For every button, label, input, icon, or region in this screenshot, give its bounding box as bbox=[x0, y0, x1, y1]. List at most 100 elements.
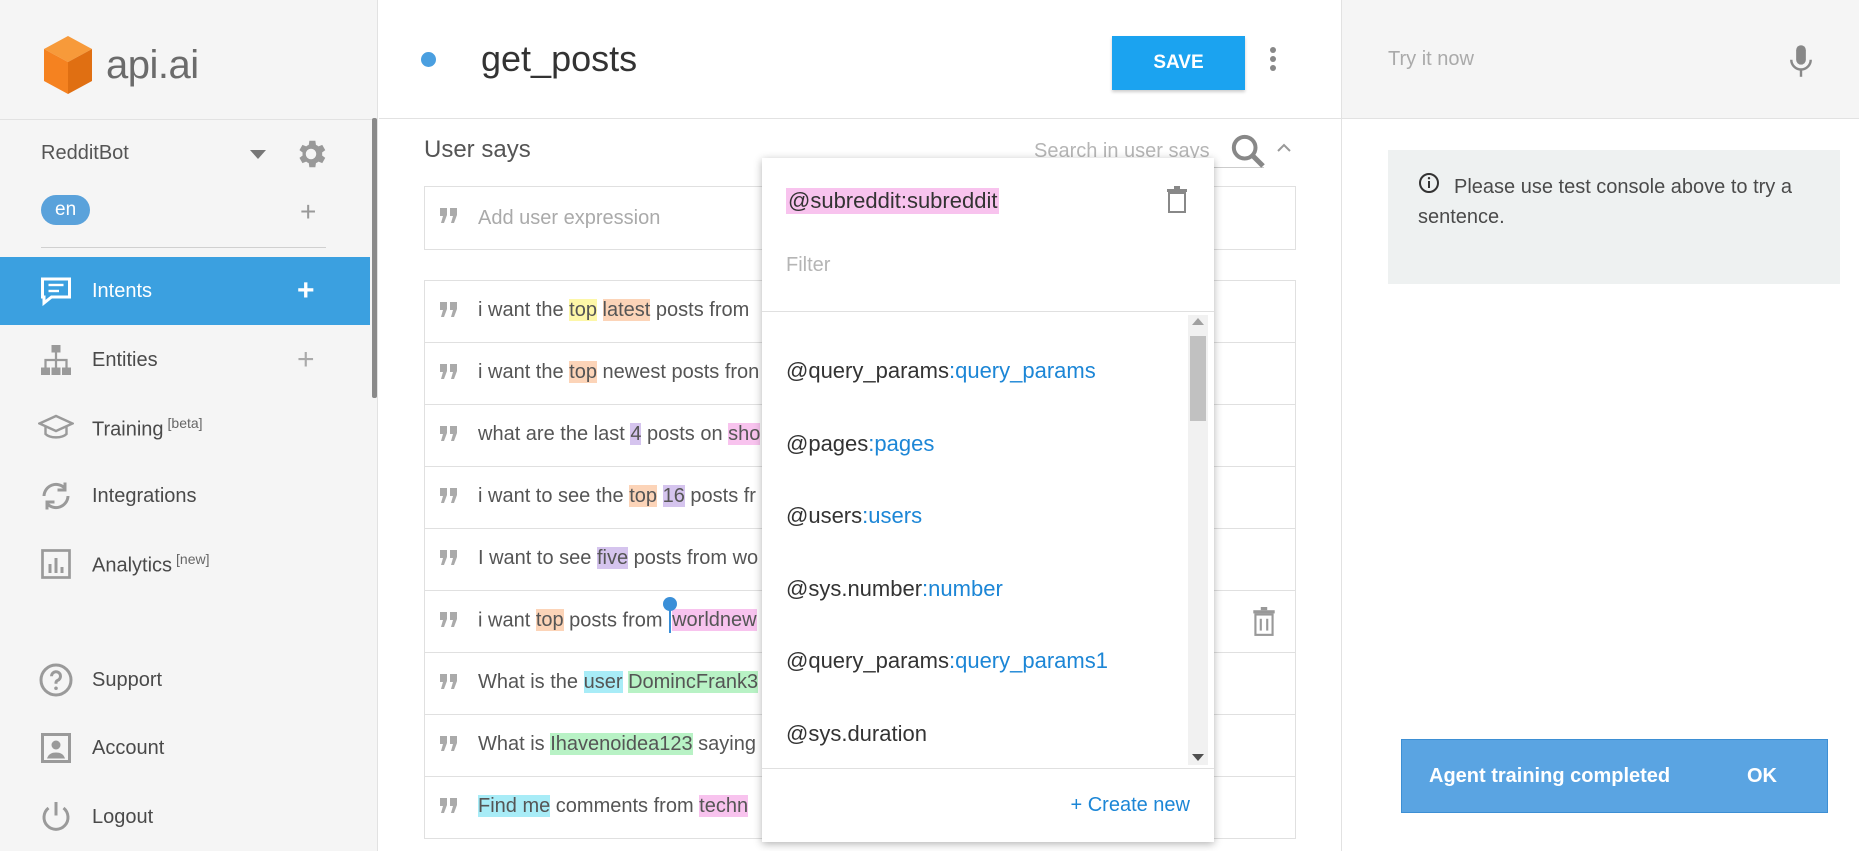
entity-dropdown: @subreddit:subreddit Filter @query_param… bbox=[762, 158, 1214, 842]
microphone-icon[interactable] bbox=[1788, 44, 1814, 78]
entity-annotation[interactable]: Find me bbox=[478, 795, 551, 817]
entity-option[interactable]: @users:users bbox=[786, 503, 922, 529]
intent-header: get_posts SAVE bbox=[379, 0, 1341, 119]
entity-type: @sys.duration bbox=[786, 720, 927, 746]
entity-type: @query_params bbox=[786, 648, 949, 673]
entity-annotation[interactable]: top bbox=[569, 361, 597, 383]
expression-segment: posts from bbox=[563, 609, 669, 632]
entity-annotation[interactable]: latest bbox=[602, 299, 651, 321]
entity-type: @users bbox=[786, 503, 863, 528]
nav-training[interactable]: Training [beta] bbox=[0, 394, 370, 462]
entity-annotation[interactable]: top bbox=[535, 609, 564, 632]
expression-segment: posts from wo bbox=[628, 547, 759, 569]
quote-icon bbox=[440, 798, 457, 813]
entity-annotation[interactable]: Ihavenoidea123 bbox=[550, 733, 693, 755]
entity-annotation[interactable]: worldnew bbox=[672, 609, 757, 632]
entity-annotation[interactable]: sho bbox=[728, 423, 761, 445]
more-options-icon[interactable] bbox=[1268, 44, 1278, 74]
nav-logout[interactable]: Logout bbox=[0, 783, 370, 851]
expression-text[interactable]: what are the last 4 posts on sho bbox=[478, 423, 761, 446]
expression-text[interactable]: What is Ihavenoidea123 saying bbox=[478, 733, 756, 756]
add-entity-button[interactable]: + bbox=[297, 343, 315, 377]
trash-icon[interactable] bbox=[1250, 607, 1278, 637]
expression-text[interactable]: What is the user DomincFrank3 bbox=[478, 671, 759, 694]
entity-option[interactable]: @sys.number:number bbox=[786, 576, 1003, 602]
account-icon bbox=[41, 733, 71, 763]
expression-text[interactable]: i want to see the top 16 posts fr bbox=[478, 485, 756, 508]
language-badge[interactable]: en bbox=[41, 195, 91, 225]
entity-annotation[interactable]: five bbox=[596, 547, 629, 569]
nav-intents[interactable]: Intents + bbox=[0, 257, 370, 325]
quote-icon bbox=[440, 208, 457, 223]
dropdown-scroll-thumb[interactable] bbox=[1190, 336, 1206, 421]
nav-label: Logout bbox=[92, 805, 154, 828]
toast-ok-button[interactable]: OK bbox=[1747, 765, 1777, 788]
expression-segment bbox=[657, 485, 663, 507]
parameter-name: query_params bbox=[955, 358, 1096, 383]
nav-support[interactable]: Support bbox=[0, 646, 370, 714]
entity-annotation[interactable]: DomincFrank3 bbox=[628, 671, 759, 693]
create-new-link[interactable]: + Create new bbox=[1070, 794, 1190, 817]
expression-text[interactable]: i want top posts from worldnew bbox=[478, 597, 757, 633]
entity-option[interactable]: @query_params:query_params1 bbox=[786, 648, 1108, 674]
hint-box: Please use test console above to try a s… bbox=[1388, 150, 1840, 284]
scroll-down-icon[interactable] bbox=[1192, 754, 1204, 761]
entity-type: @sys.number bbox=[786, 575, 923, 601]
chevron-up-icon[interactable] bbox=[1276, 140, 1292, 156]
expression-segment bbox=[597, 299, 603, 321]
hint-text: Please use test console above to try a s… bbox=[1418, 176, 1792, 228]
chat-icon bbox=[41, 277, 71, 307]
nav-entities[interactable]: Entities + bbox=[0, 326, 370, 394]
quote-icon bbox=[440, 674, 457, 689]
save-button[interactable]: SAVE bbox=[1112, 36, 1245, 90]
text-cursor bbox=[663, 597, 678, 633]
quote-icon bbox=[440, 736, 457, 751]
entity-annotation[interactable]: user bbox=[583, 671, 623, 693]
add-intent-button[interactable]: + bbox=[297, 274, 315, 308]
divider bbox=[762, 311, 1214, 312]
add-language-button[interactable]: + bbox=[300, 198, 316, 226]
selected-entity[interactable]: @subreddit:subreddit bbox=[786, 188, 1000, 214]
entity-option[interactable]: @sys.duration bbox=[786, 721, 927, 747]
graduation-cap-icon bbox=[38, 414, 74, 439]
trash-icon[interactable] bbox=[1165, 186, 1189, 214]
entity-type: @pages bbox=[786, 430, 869, 456]
nav-label: Integrations bbox=[92, 484, 197, 507]
parameter-name: query_params1 bbox=[955, 648, 1108, 673]
expression-segment: posts from bbox=[650, 299, 750, 321]
entity-annotation[interactable]: top bbox=[569, 299, 597, 321]
expression-segment: i want the bbox=[478, 299, 570, 321]
scroll-up-icon[interactable] bbox=[1192, 318, 1204, 325]
logo[interactable]: api.ai bbox=[42, 34, 199, 96]
divider bbox=[41, 247, 326, 248]
agent-dropdown-icon[interactable] bbox=[250, 150, 266, 159]
entity-annotation[interactable]: 4 bbox=[630, 423, 642, 445]
entity-annotation[interactable]: top bbox=[629, 485, 658, 507]
expression-text[interactable]: I want to see five posts from wo bbox=[478, 547, 758, 570]
new-badge: [new] bbox=[176, 550, 210, 567]
nav-analytics[interactable]: Analytics [new] bbox=[0, 530, 370, 598]
divider bbox=[0, 119, 378, 120]
try-it-now-input[interactable]: Try it now bbox=[1388, 48, 1474, 71]
sidebar-scrollbar[interactable] bbox=[372, 118, 377, 398]
nav-account[interactable]: Account bbox=[0, 714, 370, 782]
filter-input[interactable]: Filter bbox=[786, 254, 830, 277]
expression-segment: I want to see bbox=[478, 547, 597, 569]
agent-name[interactable]: RedditBot bbox=[41, 142, 129, 165]
expression-segment: posts fr bbox=[684, 485, 756, 507]
gear-icon[interactable] bbox=[293, 136, 329, 172]
expression-text[interactable]: Find me comments from techn bbox=[478, 795, 749, 818]
expression-text[interactable]: i want the top newest posts fron bbox=[478, 361, 759, 384]
entity-annotation[interactable]: techn bbox=[699, 795, 749, 817]
power-icon bbox=[42, 802, 70, 831]
entity-option[interactable]: @query_params:query_params bbox=[786, 358, 1096, 384]
expression-text[interactable]: i want the top latest posts from bbox=[478, 299, 749, 322]
nav-integrations[interactable]: Integrations bbox=[0, 462, 370, 530]
intent-name[interactable]: get_posts bbox=[481, 38, 637, 80]
parameter-name: number bbox=[928, 575, 1003, 601]
entity-annotation[interactable]: 16 bbox=[662, 485, 685, 507]
search-icon[interactable] bbox=[1228, 130, 1268, 172]
entity-option[interactable]: @pages:pages bbox=[786, 431, 934, 457]
expression-segment: posts on bbox=[641, 423, 729, 445]
quote-icon bbox=[440, 550, 457, 565]
